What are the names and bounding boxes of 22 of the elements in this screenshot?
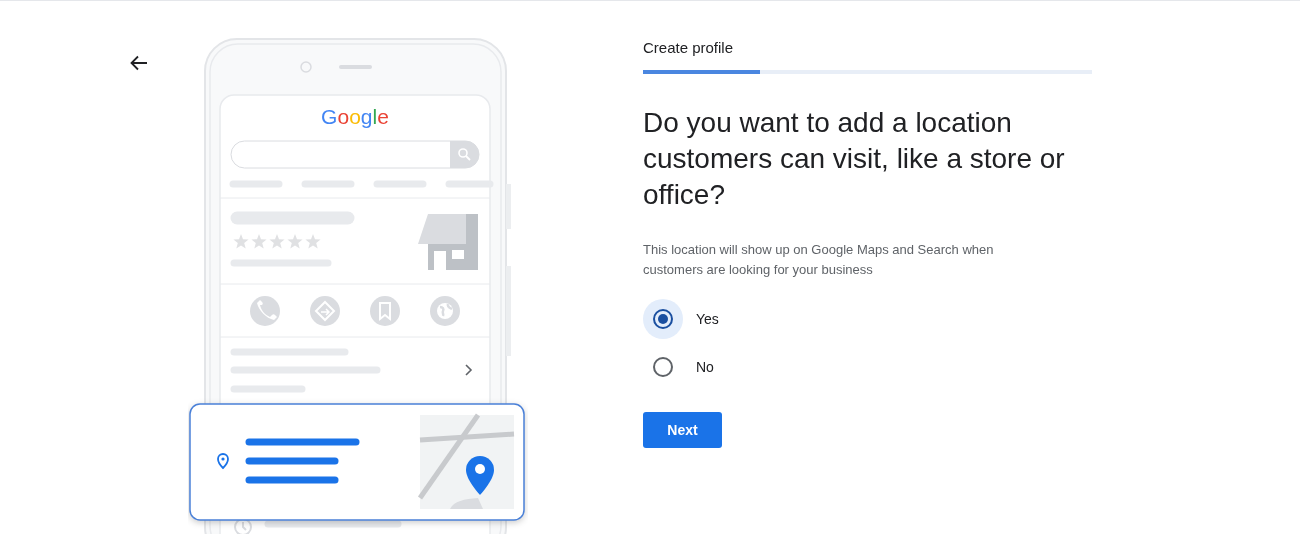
directions-icon [310, 296, 340, 326]
radio-button[interactable] [643, 299, 683, 339]
star-icon [251, 234, 267, 249]
question-heading: Do you want to add a location customers can visit, like a store or office? [643, 106, 1066, 212]
description-text: This location will show up on Google Maps and Search when customers are looking for your business [643, 241, 995, 279]
bookmark-icon [370, 296, 400, 326]
star-icon [269, 234, 285, 249]
search-icon [458, 148, 471, 161]
location-pin-icon [217, 453, 229, 469]
star-icon [287, 234, 303, 249]
step-label: Create profile [643, 38, 735, 58]
next-button[interactable]: Next [643, 412, 722, 448]
option-label: Yes [696, 309, 719, 329]
globe-icon [430, 296, 460, 326]
phone-icon [250, 296, 280, 326]
storefront-icon [418, 214, 478, 270]
option-label: No [696, 357, 714, 377]
star-icon [305, 234, 321, 249]
chevron-icon [465, 364, 473, 376]
google-logo: Google [321, 105, 389, 128]
star-icon [233, 234, 249, 249]
clock-icon [234, 518, 252, 534]
